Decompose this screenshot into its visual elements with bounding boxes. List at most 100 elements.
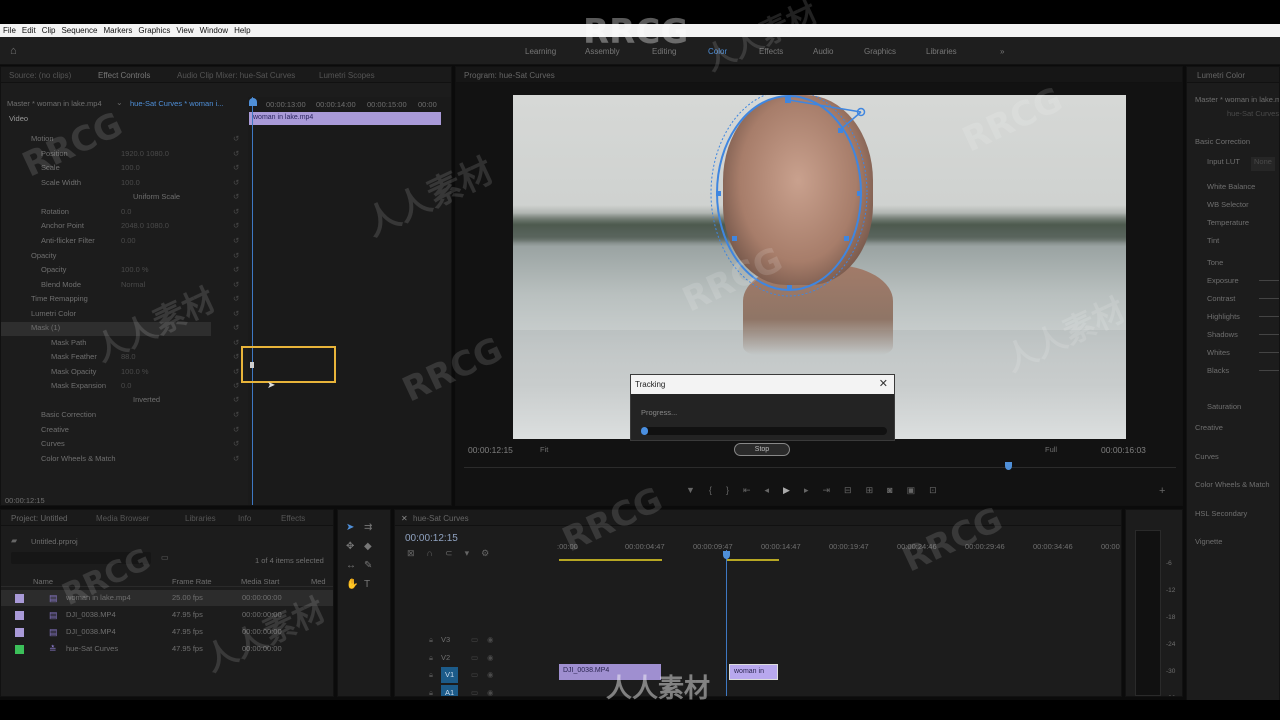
workspace-graphics[interactable]: Graphics bbox=[864, 47, 896, 56]
lumetri-slider[interactable] bbox=[1259, 298, 1279, 299]
basic-correction-header[interactable]: Basic Correction bbox=[1195, 137, 1250, 151]
effect-property-row[interactable]: Color Wheels & Match ↺ bbox=[1, 453, 246, 467]
saturation-control[interactable]: Saturation bbox=[1207, 402, 1241, 416]
keyframe-marker[interactable] bbox=[250, 362, 254, 368]
lumetri-white-balance-control[interactable]: White Balance bbox=[1207, 182, 1255, 196]
track-toggle[interactable]: A1 bbox=[441, 685, 459, 696]
zoom-select[interactable]: Fit bbox=[540, 445, 548, 459]
effect-property-row[interactable]: Anchor Point 2048.0 1080.0 ↺ bbox=[1, 220, 246, 234]
more-workspaces-icon[interactable]: » bbox=[1000, 47, 1004, 56]
menu-graphics[interactable]: Graphics bbox=[138, 26, 170, 35]
menu-sequence[interactable]: Sequence bbox=[61, 26, 97, 35]
sync-lock-icon[interactable]: ▭ bbox=[471, 688, 478, 696]
effect-property-row[interactable]: Anti-flicker Filter 0.00 ↺ bbox=[1, 235, 246, 249]
effect-property-value[interactable]: 100.0 % bbox=[121, 265, 149, 279]
effect-property-value[interactable]: Normal bbox=[121, 280, 145, 294]
tab-sequence[interactable]: hue-Sat Curves bbox=[413, 514, 469, 523]
reset-icon[interactable]: ↺ bbox=[233, 309, 239, 323]
reset-icon[interactable]: ↺ bbox=[233, 367, 239, 381]
label-color-swatch[interactable] bbox=[15, 594, 24, 603]
effect-property-row[interactable]: Rotation 0.0 ↺ bbox=[1, 206, 246, 220]
ripple-edit-tool-icon[interactable]: ✥ bbox=[346, 541, 364, 552]
lumetri-section-header[interactable]: Color Wheels & Match bbox=[1195, 480, 1270, 494]
lumetri-white-balance-control[interactable]: Temperature bbox=[1207, 218, 1249, 232]
timeline-playhead-handle[interactable] bbox=[723, 551, 730, 559]
reset-icon[interactable]: ↺ bbox=[233, 163, 239, 177]
eye-icon[interactable]: ◉ bbox=[487, 688, 494, 696]
menu-file[interactable]: File bbox=[3, 26, 16, 35]
lumetri-slider[interactable] bbox=[1259, 352, 1279, 353]
col-name[interactable]: Name bbox=[33, 577, 53, 591]
menu-help[interactable]: Help bbox=[234, 26, 250, 35]
lumetri-white-balance-control[interactable]: WB Selector bbox=[1207, 200, 1249, 214]
reset-icon[interactable]: ↺ bbox=[233, 280, 239, 294]
tab-project[interactable]: Project: Untitled bbox=[11, 514, 67, 523]
reset-icon[interactable]: ↺ bbox=[233, 338, 239, 352]
eye-icon[interactable]: ◉ bbox=[487, 635, 494, 649]
export-frame-icon[interactable]: ◙ bbox=[887, 485, 892, 496]
eye-icon[interactable]: ◉ bbox=[487, 670, 494, 684]
lumetri-slider[interactable] bbox=[1259, 280, 1279, 281]
step-back-icon[interactable]: ◂ bbox=[765, 485, 770, 496]
reset-icon[interactable]: ↺ bbox=[233, 207, 239, 221]
close-sequence-icon[interactable]: ✕ bbox=[401, 514, 408, 523]
effect-property-value[interactable]: 0.0 bbox=[121, 207, 131, 221]
label-color-swatch[interactable] bbox=[15, 645, 24, 654]
lock-icon[interactable]: 🔒︎ bbox=[429, 653, 433, 667]
lumetri-section-header[interactable]: Creative bbox=[1195, 423, 1223, 437]
mark-in-icon[interactable]: { bbox=[709, 485, 712, 496]
lumetri-section-header[interactable]: Vignette bbox=[1195, 537, 1222, 551]
go-to-out-icon[interactable]: ⇥ bbox=[822, 485, 830, 496]
menu-window[interactable]: Window bbox=[200, 26, 228, 35]
reset-icon[interactable]: ↺ bbox=[233, 149, 239, 163]
lumetri-tone-control[interactable]: Contrast bbox=[1207, 294, 1235, 308]
reset-icon[interactable]: ↺ bbox=[233, 352, 239, 366]
effect-property-row[interactable]: Creative ↺ bbox=[1, 424, 246, 438]
sync-lock-icon[interactable]: ▭ bbox=[471, 670, 478, 684]
close-icon[interactable]: ✕ bbox=[879, 377, 888, 390]
workspace-learning[interactable]: Learning bbox=[525, 47, 556, 56]
reset-icon[interactable]: ↺ bbox=[233, 381, 239, 395]
program-scrub-bar[interactable] bbox=[464, 467, 1176, 468]
effect-property-value[interactable]: 0.0 bbox=[121, 381, 131, 395]
col-frame-rate[interactable]: Frame Rate bbox=[172, 577, 212, 591]
effect-property-row[interactable]: Mask Expansion 0.0 ↺ bbox=[1, 380, 246, 394]
reset-icon[interactable]: ↺ bbox=[233, 236, 239, 250]
nest-icon[interactable]: ⊠ bbox=[407, 548, 415, 559]
go-to-in-icon[interactable]: ⇤ bbox=[743, 485, 751, 496]
menu-clip[interactable]: Clip bbox=[42, 26, 56, 35]
effect-property-row[interactable]: Curves ↺ bbox=[1, 438, 246, 452]
lock-icon[interactable]: 🔒︎ bbox=[429, 688, 433, 696]
effect-property-value[interactable]: 0.00 bbox=[121, 236, 136, 250]
ec-clip-bar[interactable]: woman in lake.mp4 bbox=[249, 112, 441, 125]
menu-edit[interactable]: Edit bbox=[22, 26, 36, 35]
menu-view[interactable]: View bbox=[176, 26, 193, 35]
add-marker-icon[interactable]: ▾ bbox=[465, 548, 470, 559]
lumetri-tone-control[interactable]: Exposure bbox=[1207, 276, 1239, 290]
marker-icon[interactable]: ▼ bbox=[686, 485, 695, 496]
effect-property-value[interactable]: 1920.0 1080.0 bbox=[121, 149, 169, 163]
track-toggle[interactable]: V3 bbox=[441, 635, 450, 649]
reset-icon[interactable]: ↺ bbox=[233, 410, 239, 424]
reset-icon[interactable]: ↺ bbox=[233, 178, 239, 192]
workspace-audio[interactable]: Audio bbox=[813, 47, 833, 56]
tab-lumetri-color[interactable]: Lumetri Color bbox=[1197, 71, 1245, 80]
track-toggle[interactable]: V2 bbox=[441, 653, 450, 667]
quality-select[interactable]: Full bbox=[1045, 445, 1057, 459]
tab-program[interactable]: Program: hue-Sat Curves bbox=[464, 71, 555, 80]
tab-libraries[interactable]: Libraries bbox=[185, 514, 216, 523]
comparison-view-icon[interactable]: ▣ bbox=[907, 485, 916, 496]
effect-property-row[interactable]: Basic Correction ↺ bbox=[1, 409, 246, 423]
lumetri-white-balance-control[interactable]: Tint bbox=[1207, 236, 1219, 250]
play-icon[interactable]: ▶ bbox=[783, 485, 790, 496]
reset-icon[interactable]: ↺ bbox=[233, 265, 239, 279]
reset-icon[interactable]: ↺ bbox=[233, 192, 239, 206]
lock-icon[interactable]: 🔒︎ bbox=[429, 670, 433, 684]
effect-property-value[interactable]: 2048.0 1080.0 bbox=[121, 221, 169, 235]
timeline-settings-icon[interactable]: ⚙ bbox=[481, 548, 489, 559]
eye-icon[interactable]: ◉ bbox=[487, 653, 494, 667]
effect-property-value[interactable]: 100.0 bbox=[121, 178, 140, 192]
reset-icon[interactable]: ↺ bbox=[233, 134, 239, 148]
type-tool-icon[interactable]: T bbox=[364, 579, 382, 590]
lumetri-section-header[interactable]: Curves bbox=[1195, 452, 1219, 466]
